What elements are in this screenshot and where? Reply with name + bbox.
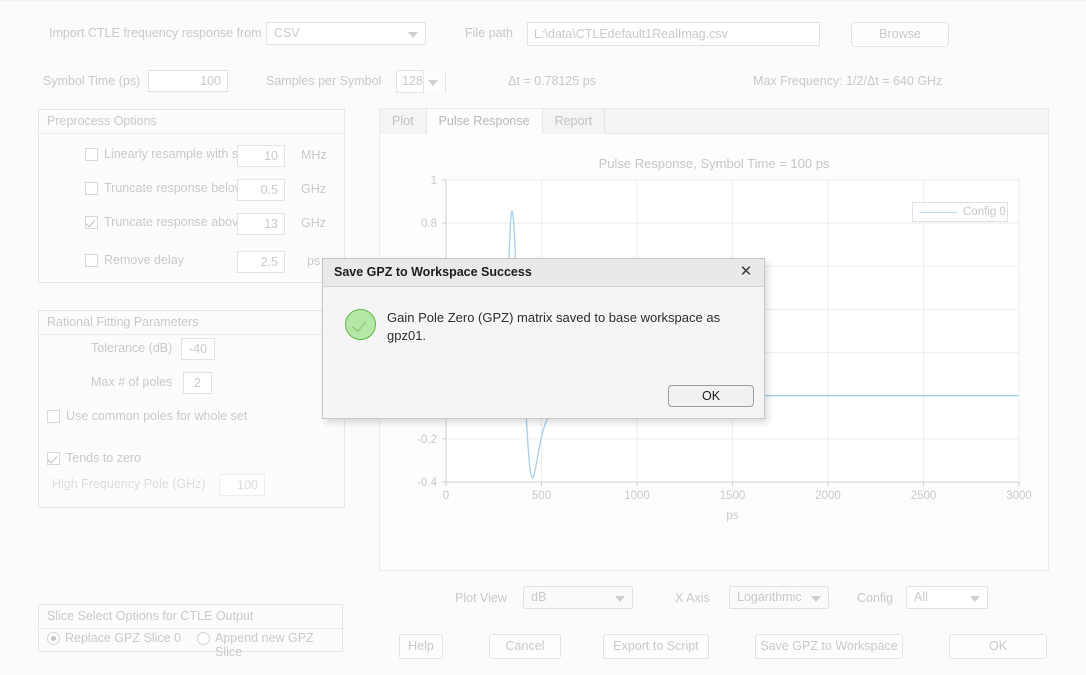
- resample-checkbox[interactable]: [85, 148, 98, 161]
- samples-per-symbol-value: 128: [402, 74, 423, 88]
- option-row-common-poles: Use common poles for whole set: [39, 407, 344, 431]
- high-frequency-pole-input: 100: [219, 474, 265, 496]
- ctle-fitter-window: Import CTLE frequency response from CSV …: [0, 0, 1086, 675]
- config-value: All: [914, 590, 928, 604]
- remove-delay-value-input[interactable]: 2.5: [237, 251, 285, 273]
- tab-report[interactable]: Report: [543, 109, 606, 134]
- chevron-down-icon: [428, 80, 438, 86]
- max-frequency-text: Max Frequency: 1/2/Δt = 640 GHz: [753, 74, 942, 88]
- truncate-above-unit: GHz: [301, 216, 326, 230]
- save-gpz-to-workspace-button[interactable]: Save GPZ to Workspace: [755, 634, 903, 659]
- svg-text:-0.4: -0.4: [417, 477, 437, 489]
- max-poles-input[interactable]: 2: [183, 372, 212, 394]
- truncate-below-checkbox[interactable]: [85, 182, 98, 195]
- rational-fitting-title: Rational Fitting Parameters: [39, 311, 344, 335]
- symbol-time-label: Symbol Time (ps): [43, 74, 140, 88]
- svg-text:0: 0: [443, 490, 449, 502]
- footer-button-row: Help Cancel Export to Script Save GPZ to…: [0, 634, 1086, 662]
- svg-text:1500: 1500: [720, 490, 746, 502]
- chevron-down-icon: [615, 596, 625, 602]
- resample-unit: MHz: [301, 148, 327, 162]
- delta-t-text: Δt = 0.78125 ps: [508, 74, 596, 88]
- truncate-above-checkbox[interactable]: [85, 216, 98, 229]
- svg-text:2000: 2000: [815, 490, 841, 502]
- top-divider: [0, 0, 1086, 1]
- svg-text:0.8: 0.8: [421, 218, 437, 230]
- option-row-tends-to-zero: Tends to zero: [39, 449, 344, 473]
- truncate-above-value-input[interactable]: 13: [237, 213, 285, 235]
- high-frequency-pole-label: High Frequency Pole (GHz): [52, 477, 206, 491]
- common-poles-checkbox[interactable]: [47, 410, 60, 423]
- option-row-truncate-above: Truncate response above 13 GHz: [39, 213, 344, 237]
- legend-label-config-0: Config 0: [963, 206, 1006, 218]
- tab-plot[interactable]: Plot: [380, 109, 427, 134]
- tolerance-input[interactable]: -40: [181, 338, 215, 360]
- plot-view-value: dB: [531, 590, 546, 604]
- common-poles-label: Use common poles for whole set: [66, 409, 247, 423]
- option-row-resample: Linearly resample with step of 10 MHz: [39, 145, 344, 169]
- resample-value-input[interactable]: 10: [237, 145, 285, 167]
- ok-button[interactable]: OK: [949, 634, 1047, 659]
- samples-per-symbol-dropdown[interactable]: 128: [396, 70, 446, 93]
- option-row-remove-delay: Remove delay 2.5 ps: [39, 251, 344, 275]
- svg-text:2500: 2500: [911, 490, 937, 502]
- tends-to-zero-checkbox[interactable]: [47, 452, 60, 465]
- remove-delay-checkbox[interactable]: [85, 254, 98, 267]
- chevron-down-icon: [811, 596, 821, 602]
- max-poles-label: Max # of poles: [91, 375, 172, 389]
- browse-button[interactable]: Browse: [851, 22, 949, 47]
- cancel-button[interactable]: Cancel: [489, 634, 561, 659]
- svg-text:1: 1: [431, 175, 437, 187]
- legend-line-swatch: [919, 212, 957, 213]
- export-to-script-button[interactable]: Export to Script: [603, 634, 709, 659]
- x-axis-label: X Axis: [675, 591, 710, 605]
- chevron-down-icon: [970, 596, 980, 602]
- chevron-down-icon: [408, 32, 418, 38]
- svg-text:1000: 1000: [624, 490, 650, 502]
- import-row: Import CTLE frequency response from CSV …: [0, 22, 1086, 48]
- dialog-titlebar: Save GPZ to Workspace Success ✕: [323, 259, 764, 287]
- dialog-message: Gain Pole Zero (GPZ) matrix saved to bas…: [387, 309, 747, 345]
- svg-text:3000: 3000: [1006, 490, 1032, 502]
- file-path-input[interactable]: L:\data\CTLEdefault1RealImag.csv: [527, 22, 820, 46]
- config-dropdown[interactable]: All: [906, 586, 988, 609]
- truncate-above-label: Truncate response above: [104, 215, 245, 229]
- x-axis-dropdown: Logarithmic: [729, 586, 829, 609]
- save-gpz-success-dialog: Save GPZ to Workspace Success ✕ Gain Pol…: [322, 258, 765, 419]
- tab-pulse-response[interactable]: Pulse Response: [427, 109, 543, 134]
- svg-text:ps: ps: [726, 510, 738, 522]
- tends-to-zero-label: Tends to zero: [66, 451, 141, 465]
- remove-delay-label: Remove delay: [104, 253, 184, 267]
- dialog-title: Save GPZ to Workspace Success: [334, 265, 532, 279]
- symbol-time-row: Symbol Time (ps) 100 Samples per Symbol …: [0, 70, 1086, 96]
- option-row-truncate-below: Truncate response below 0.5 GHz: [39, 179, 344, 203]
- plot-tabstrip: Plot Pulse Response Report: [380, 109, 1048, 134]
- remove-delay-unit: ps: [307, 254, 320, 268]
- x-axis-value: Logarithmic: [737, 590, 802, 604]
- rational-fitting-group: Rational Fitting Parameters Tolerance (d…: [38, 310, 345, 508]
- import-source-label: Import CTLE frequency response from: [49, 26, 262, 40]
- import-source-dropdown[interactable]: CSV: [266, 22, 426, 45]
- svg-text:500: 500: [532, 490, 551, 502]
- truncate-below-label: Truncate response below: [104, 181, 244, 195]
- help-button[interactable]: Help: [399, 634, 443, 659]
- preprocess-options-group: Preprocess Options Linearly resample wit…: [38, 109, 345, 283]
- dialog-ok-button[interactable]: OK: [668, 385, 754, 407]
- close-icon[interactable]: ✕: [737, 263, 755, 281]
- truncate-below-value-input[interactable]: 0.5: [237, 179, 285, 201]
- chart-legend[interactable]: Config 0: [912, 202, 1008, 222]
- truncate-below-unit: GHz: [301, 182, 326, 196]
- preprocess-options-title: Preprocess Options: [39, 110, 344, 134]
- svg-text:-0.2: -0.2: [417, 434, 437, 446]
- config-label: Config: [857, 591, 893, 605]
- file-path-label: File path: [465, 26, 513, 40]
- symbol-time-input[interactable]: 100: [148, 70, 228, 92]
- plot-view-dropdown: dB: [523, 586, 633, 609]
- tolerance-label: Tolerance (dB): [91, 341, 172, 355]
- samples-per-symbol-label: Samples per Symbol: [266, 74, 381, 88]
- success-check-icon: [345, 309, 376, 340]
- import-source-value: CSV: [274, 26, 300, 40]
- plot-view-label: Plot View: [455, 591, 507, 605]
- plot-controls-row: Plot View dB X Axis Logarithmic Config A…: [0, 586, 1086, 612]
